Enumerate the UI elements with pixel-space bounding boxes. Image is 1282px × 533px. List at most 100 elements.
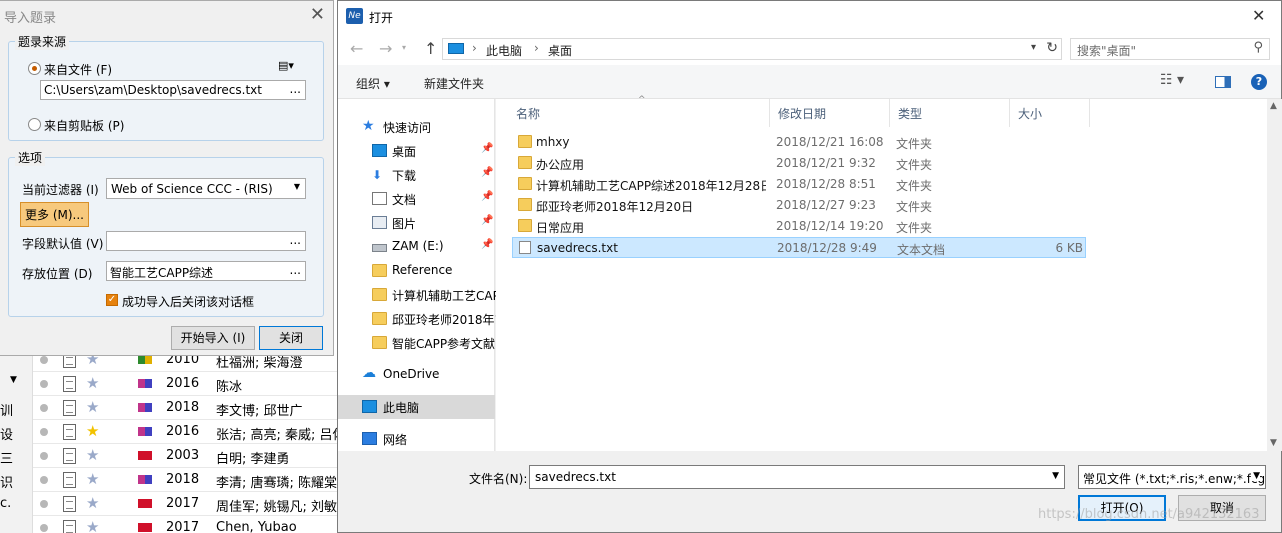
- file-row[interactable]: 计算机辅助工艺CAPP综述2018年12月28日 2018/12/28 8:51 文…: [512, 174, 1086, 195]
- scroll-up-icon[interactable]: ▲: [1270, 101, 1277, 111]
- scroll-down-icon[interactable]: ▼: [1270, 438, 1277, 448]
- table-row[interactable]: 三 ★ 2003 白明; 李建勇: [0, 444, 338, 468]
- from-file-label[interactable]: 来自文件 (F): [44, 61, 112, 78]
- view-options-icon[interactable]: ☷ ▾: [1160, 72, 1184, 88]
- file-type: 文件夹: [896, 137, 933, 151]
- field-default-input[interactable]: ...: [106, 231, 306, 251]
- table-row[interactable]: 设 ★ 2016 张洁; 高亮; 秦威; 吕佑: [0, 420, 338, 444]
- star-icon[interactable]: ★: [86, 374, 99, 392]
- nav-item[interactable]: 图片 📌: [338, 211, 495, 235]
- preview-pane-icon[interactable]: [1215, 76, 1231, 88]
- up-arrow-icon[interactable]: ↑: [424, 39, 437, 58]
- search-input[interactable]: 搜索"桌面" ⚲: [1070, 38, 1270, 60]
- authors-cell: 陈冰: [216, 380, 243, 395]
- read-status-dot[interactable]: [40, 524, 48, 532]
- from-clipboard-radio[interactable]: [28, 118, 41, 131]
- browse-location-button[interactable]: ...: [290, 263, 301, 277]
- nav-network[interactable]: 网络: [338, 427, 495, 451]
- from-clipboard-label[interactable]: 来自剪贴板 (P): [44, 117, 124, 134]
- help-icon[interactable]: ?: [1251, 74, 1267, 90]
- nav-item[interactable]: 桌面 📌: [338, 139, 495, 163]
- pin-icon[interactable]: 📌: [481, 239, 493, 250]
- star-icon[interactable]: ★: [86, 494, 99, 512]
- read-status-dot[interactable]: [40, 380, 48, 388]
- filter-value: Web of Science CCC - (RIS): [111, 182, 273, 196]
- file-row[interactable]: 日常应用 2018/12/14 19:20 文件夹: [512, 216, 1086, 237]
- start-import-button[interactable]: 开始导入 (I): [171, 326, 255, 350]
- nav-item[interactable]: 文档 📌: [338, 187, 495, 211]
- desktop-icon: [372, 144, 387, 157]
- pin-icon[interactable]: 📌: [481, 167, 493, 178]
- nav-item[interactable]: 智能CAPP参考文献: [338, 331, 495, 355]
- file-row[interactable]: 邱亚玲老师2018年12月20日 2018/12/27 9:23 文件夹: [512, 195, 1086, 216]
- file-options-icon[interactable]: ▤▾: [278, 59, 294, 72]
- file-row[interactable]: mhxy 2018/12/21 16:08 文件夹: [512, 132, 1086, 153]
- address-dropdown-icon[interactable]: ▾: [1031, 42, 1036, 53]
- file-date: 2018/12/14 19:20: [776, 219, 884, 233]
- table-row[interactable]: c. ★ 2017 周佳军; 姚锡凡; 刘敏;: [0, 492, 338, 516]
- nav-quick-access[interactable]: ★ 快速访问: [338, 115, 495, 139]
- close-after-import-checkbox[interactable]: ✓: [106, 294, 118, 306]
- read-status-dot[interactable]: [40, 428, 48, 436]
- file-row[interactable]: savedrecs.txt 2018/12/28 9:49 文本文档 6 KB: [512, 237, 1086, 258]
- nav-item[interactable]: ZAM (E:) 📌: [338, 235, 495, 259]
- recent-dropdown-icon[interactable]: ▾: [402, 43, 406, 52]
- star-icon[interactable]: ★: [86, 470, 99, 488]
- import-close-button[interactable]: 关闭: [259, 326, 323, 350]
- from-file-radio[interactable]: [28, 62, 41, 75]
- nav-onedrive[interactable]: ☁ OneDrive: [338, 363, 495, 387]
- pin-icon[interactable]: 📌: [481, 143, 493, 154]
- file-name: 邱亚玲老师2018年12月20日: [536, 200, 694, 214]
- year-cell: 2003: [166, 448, 200, 463]
- read-status-dot[interactable]: [40, 356, 48, 364]
- table-row[interactable]: ★ 2017 Chen, Yubao: [0, 516, 338, 533]
- vertical-scrollbar[interactable]: ▲ ▼: [1267, 99, 1282, 451]
- star-icon[interactable]: ★: [86, 518, 99, 533]
- nav-item[interactable]: Reference: [338, 259, 495, 283]
- read-status-dot[interactable]: [40, 404, 48, 412]
- close-after-import-label[interactable]: 成功导入后关闭该对话框: [122, 293, 254, 310]
- flag-icon: [138, 403, 152, 412]
- import-close-icon[interactable]: ✕: [310, 4, 325, 25]
- read-status-dot[interactable]: [40, 476, 48, 484]
- refresh-icon[interactable]: ↻: [1046, 40, 1058, 56]
- star-icon[interactable]: ★: [86, 398, 99, 416]
- back-arrow-icon[interactable]: ←: [350, 39, 363, 58]
- filename-input[interactable]: savedrecs.txt ▼: [529, 465, 1065, 489]
- breadcrumb-this-pc[interactable]: 此电脑: [486, 42, 522, 59]
- file-path-input[interactable]: C:\Users\zam\Desktop\savedrecs.txt ...: [40, 80, 306, 100]
- filter-select[interactable]: Web of Science CCC - (RIS) ▼: [106, 178, 306, 199]
- organize-button[interactable]: 组织 ▾: [356, 75, 390, 92]
- read-status-dot[interactable]: [40, 500, 48, 508]
- nav-item[interactable]: ⬇ 下载 📌: [338, 163, 495, 187]
- column-name-header[interactable]: 名称: [508, 99, 770, 127]
- pin-icon[interactable]: 📌: [481, 191, 493, 202]
- flag-icon: [138, 355, 152, 364]
- table-row[interactable]: 识 ★ 2018 李清; 唐骞璘; 陈耀棠;: [0, 468, 338, 492]
- table-row[interactable]: ★ 2016 陈冰: [0, 372, 338, 396]
- read-status-dot[interactable]: [40, 452, 48, 460]
- nav-item[interactable]: 计算机辅助工艺CAPP综述2018年12月28日: [338, 283, 500, 307]
- forward-arrow-icon[interactable]: →: [379, 39, 392, 58]
- filename-dropdown-icon[interactable]: ▼: [1052, 471, 1059, 481]
- filetype-select[interactable]: 常见文件 (*.txt;*.ris;*.enw;*.fcg ▼: [1078, 465, 1266, 489]
- browse-file-button[interactable]: ...: [290, 82, 301, 96]
- open-close-icon[interactable]: ✕: [1252, 6, 1265, 25]
- table-row[interactable]: 训 ★ 2018 李文博; 邱世广: [0, 396, 338, 420]
- address-bar[interactable]: › 此电脑 › 桌面 ▾ ↻: [442, 38, 1062, 60]
- column-date-header[interactable]: 修改日期: [770, 99, 890, 127]
- nav-this-pc[interactable]: 此电脑: [338, 395, 495, 419]
- browse-field-default-button[interactable]: ...: [290, 233, 301, 247]
- breadcrumb-desktop[interactable]: 桌面: [548, 42, 572, 59]
- column-size-header[interactable]: 大小: [1010, 99, 1090, 127]
- nav-item[interactable]: 邱亚玲老师2018年12月20日: [338, 307, 500, 331]
- column-type-header[interactable]: 类型: [890, 99, 1010, 127]
- star-icon[interactable]: ★: [86, 422, 99, 440]
- pin-icon[interactable]: 📌: [481, 215, 493, 226]
- location-input[interactable]: 智能工艺CAPP综述 ...: [106, 261, 306, 281]
- file-row[interactable]: 办公应用 2018/12/21 9:32 文件夹: [512, 153, 1086, 174]
- new-folder-button[interactable]: 新建文件夹: [424, 75, 484, 92]
- document-icon: [63, 424, 76, 440]
- more-button[interactable]: 更多 (M)...: [20, 202, 89, 227]
- star-icon[interactable]: ★: [86, 446, 99, 464]
